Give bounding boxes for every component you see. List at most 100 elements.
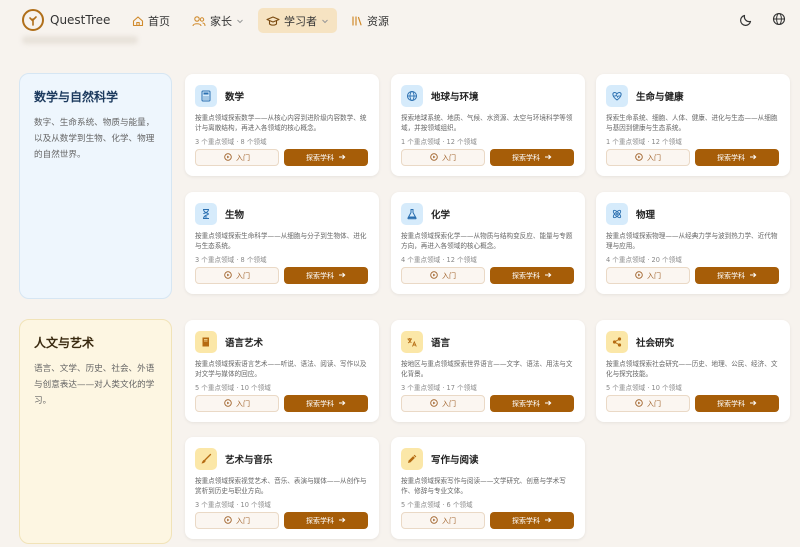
calculator-icon (195, 85, 217, 107)
globe-icon[interactable] (772, 11, 786, 30)
subject-card-language-arts: 语言艺术 按重点领域探索语言艺术——听说、语法、阅读、写作以及对文学与媒体的回应… (185, 320, 379, 422)
moon-icon[interactable] (740, 11, 754, 30)
explore-subject-button[interactable]: 探索学科 (284, 512, 368, 529)
subject-card-writing-reading: 写作与阅读 按重点领域探索写作与阅读——文学研究、创意与学术写作、修辞与专业文体… (391, 437, 585, 539)
arrow-right-icon (338, 399, 346, 409)
subject-title: 语言 (431, 338, 451, 349)
brand-name: QuestTree (50, 13, 111, 27)
intro-button-label: 入门 (647, 399, 661, 408)
subject-meta: 1 个重点领域 · 12 个领域 (606, 138, 682, 146)
subject-title: 数学 (225, 92, 245, 103)
explore-button-label: 探索学科 (306, 271, 334, 280)
nav-item-resources[interactable]: 资源 (343, 8, 397, 33)
subject-card-earth-environment: 地球与环境 探索地球系统、地质、气候、水资源、太空与环境科学等领域，并按领域组织… (391, 74, 585, 176)
brush-icon (195, 448, 217, 470)
intro-button[interactable]: 入门 (606, 149, 690, 166)
subject-card-physics: 物理 按重点领域探索物理——从经典力学与波到热力学、近代物理与应用。 4 个重点… (596, 192, 790, 294)
play-circle-icon (430, 270, 438, 281)
chevron-down-icon (236, 17, 244, 25)
subject-meta: 1 个重点领域 · 12 个领域 (401, 138, 477, 146)
category-panel-humanities: 人文与艺术 语言、文学、历史、社会、外语与创意表达——对人类文化的学习。 (19, 319, 172, 544)
subject-title: 语言艺术 (225, 338, 264, 349)
explore-subject-button[interactable]: 探索学科 (490, 395, 574, 412)
subject-card-social-studies: 社会研究 按重点领域探索社会研究——历史、地理、公民、经济、文化与探究技能。 5… (596, 320, 790, 422)
intro-button-label: 入门 (236, 399, 250, 408)
play-circle-icon (224, 515, 232, 526)
brand[interactable]: QuestTree (22, 9, 110, 31)
intro-button[interactable]: 入门 (401, 267, 485, 284)
subject-title: 地球与环境 (431, 92, 479, 103)
explore-subject-button[interactable]: 探索学科 (490, 149, 574, 166)
intro-button[interactable]: 入门 (401, 512, 485, 529)
explore-button-label: 探索学科 (306, 153, 334, 162)
explore-subject-button[interactable]: 探索学科 (695, 267, 779, 284)
explore-button-label: 探索学科 (306, 516, 334, 525)
intro-button-label: 入门 (442, 516, 456, 525)
subject-description: 按重点领域探索生命科学——从细胞与分子到生物体、进化与生态系统。 (195, 232, 367, 250)
intro-button-label: 入门 (236, 516, 250, 525)
subject-card-life-health: 生命与健康 探索生命系统、细胞、人体、健康、进化与生态——从细胞与基因到健康与生… (596, 74, 790, 176)
intro-button[interactable]: 入门 (401, 395, 485, 412)
intro-button[interactable]: 入门 (195, 512, 279, 529)
intro-button[interactable]: 入门 (606, 395, 690, 412)
subject-meta: 3 个重点领域 · 8 个领域 (195, 138, 267, 146)
subject-title: 艺术与音乐 (225, 455, 273, 466)
explore-subject-button[interactable]: 探索学科 (284, 395, 368, 412)
subject-card-math: 数学 按重点领域探索数学——从核心内容到进阶级内容数学、统计与离散结构，再进入各… (185, 74, 379, 176)
subject-description: 按重点领域探索视觉艺术、音乐、表演与媒体——从创作与赏析到历史与职业方向。 (195, 477, 367, 495)
category-panel-science: 数学与自然科学 数字、生命系统、物质与能量，以及从数学到生物、化学、物理的自然世… (19, 73, 172, 299)
explore-subject-button[interactable]: 探索学科 (284, 267, 368, 284)
intro-button[interactable]: 入门 (195, 267, 279, 284)
blurred-subtitle (22, 36, 138, 44)
book-icon (195, 331, 217, 353)
arrow-right-icon (338, 516, 346, 526)
nav-item-parents[interactable]: 家长 (184, 8, 252, 33)
explore-subject-button[interactable]: 探索学科 (284, 149, 368, 166)
arrow-right-icon (338, 153, 346, 163)
subject-description: 探索生命系统、细胞、人体、健康、进化与生态——从细胞与基因到健康与生态系统。 (606, 114, 778, 132)
intro-button[interactable]: 入门 (606, 267, 690, 284)
subject-title: 物理 (636, 210, 656, 221)
arrow-right-icon (749, 271, 757, 281)
subject-meta: 3 个重点领域 · 10 个领域 (195, 501, 271, 509)
translate-icon (401, 331, 423, 353)
intro-button[interactable]: 入门 (195, 395, 279, 412)
play-circle-icon (224, 398, 232, 409)
subject-description: 按重点领域探索社会研究——历史、地理、公民、经济、文化与探究技能。 (606, 360, 778, 378)
subject-description: 探索地球系统、地质、气候、水资源、太空与环境科学等领域，并按领域组织。 (401, 114, 573, 132)
explore-subject-button[interactable]: 探索学科 (490, 512, 574, 529)
flask-icon (401, 203, 423, 225)
arrow-right-icon (749, 399, 757, 409)
play-circle-icon (635, 398, 643, 409)
play-circle-icon (635, 270, 643, 281)
category-title: 数学与自然科学 (34, 90, 119, 104)
category-title: 人文与艺术 (34, 336, 95, 350)
explore-subject-button[interactable]: 探索学科 (490, 267, 574, 284)
explore-subject-button[interactable]: 探索学科 (695, 395, 779, 412)
play-circle-icon (224, 270, 232, 281)
intro-button[interactable]: 入门 (401, 149, 485, 166)
share-icon (606, 331, 628, 353)
subject-title: 写作与阅读 (431, 455, 479, 466)
nav-item-home[interactable]: 首页 (124, 8, 178, 33)
intro-button-label: 入门 (442, 153, 456, 162)
category-description: 数字、生命系统、物质与能量，以及从数学到生物、化学、物理的自然世界。 (34, 118, 155, 160)
nav-item-label: 学习者 (284, 14, 317, 28)
explore-button-label: 探索学科 (512, 399, 540, 408)
intro-button-label: 入门 (442, 399, 456, 408)
arrow-right-icon (749, 153, 757, 163)
globe-icon (401, 85, 423, 107)
subject-description: 按重点领域探索化学——从物质与结构变反应、能量与专题方向，再进入各领域的核心概念… (401, 232, 573, 250)
arrow-right-icon (544, 399, 552, 409)
play-circle-icon (430, 152, 438, 163)
explore-subject-button[interactable]: 探索学科 (695, 149, 779, 166)
arrow-right-icon (544, 153, 552, 163)
intro-button-label: 入门 (647, 271, 661, 280)
intro-button[interactable]: 入门 (195, 149, 279, 166)
home-icon (132, 15, 144, 27)
nav-item-learners[interactable]: 学习者 (258, 8, 337, 33)
subject-title: 生物 (225, 210, 245, 221)
graduation-cap-icon (266, 15, 280, 27)
subject-description: 按重点领域探索语言艺术——听说、语法、阅读、写作以及对文学与媒体的回应。 (195, 360, 367, 378)
explore-button-label: 探索学科 (717, 271, 745, 280)
